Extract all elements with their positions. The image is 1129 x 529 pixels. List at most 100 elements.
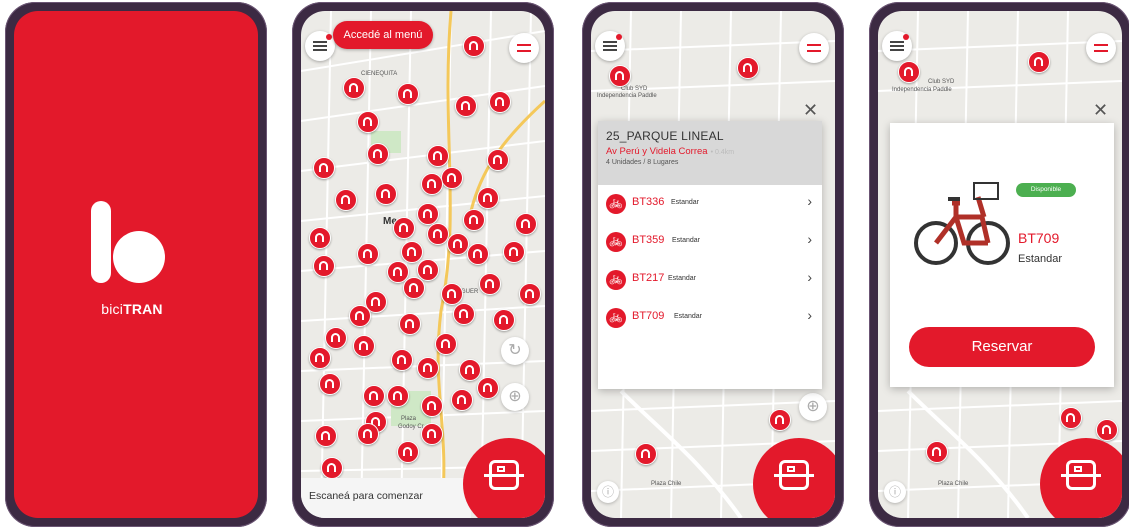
hamburger-menu-button[interactable] [595,31,625,61]
map-label: Plaza Chile [651,481,682,487]
station-pin-icon[interactable] [375,183,397,205]
station-pin-icon[interactable] [635,443,657,465]
station-distance: • 0.4km [710,149,735,156]
station-pin-icon[interactable] [493,309,515,331]
notification-dot [326,34,332,40]
station-pin-icon[interactable] [397,441,419,463]
close-icon[interactable]: ✕ [1093,100,1108,121]
splash-screen: biciTRAN [14,11,258,518]
station-pin-icon[interactable] [357,111,379,133]
station-pin-icon[interactable] [447,233,469,255]
station-pin-icon[interactable] [387,385,409,407]
station-pin-icon[interactable] [367,143,389,165]
hamburger-menu-button[interactable] [305,31,335,61]
notification-dot [616,34,622,40]
station-pin-icon[interactable] [477,377,499,399]
station-pin-icon[interactable] [1096,419,1118,441]
station-pin-icon[interactable] [349,305,371,327]
station-pin-icon[interactable] [421,423,443,445]
map-screen: CIENEQUITA Me BAGUER Plaza Godoy Cr ↻ ⊕ … [301,11,545,518]
locate-icon[interactable]: ⊕ [501,383,529,411]
station-pin-icon[interactable] [737,57,759,79]
bike-type: Estandar [671,199,700,206]
station-pin-icon[interactable] [435,333,457,355]
filter-button[interactable] [509,33,539,63]
station-pin-icon[interactable] [397,83,419,105]
station-pin-icon[interactable] [427,223,449,245]
station-pin-icon[interactable] [399,313,421,335]
bike-row[interactable]: BT336 Estandar › [598,185,822,223]
station-pin-icon[interactable] [1060,407,1082,429]
bike-code: BT709 [632,310,665,322]
map-label: Club SYD [928,79,955,85]
filter-button[interactable] [1086,33,1116,63]
station-pin-icon[interactable] [313,255,335,277]
scan-prompt: Escaneá para comenzar [301,478,471,518]
bike-row[interactable]: BT217 Estandar › [598,261,822,299]
station-pin-icon[interactable] [489,91,511,113]
filter-button[interactable] [799,33,829,63]
station-pin-icon[interactable] [459,359,481,381]
station-pin-icon[interactable] [313,157,335,179]
bike-icon [606,308,626,328]
station-pin-icon[interactable] [479,273,501,295]
station-pin-icon[interactable] [309,347,331,369]
close-icon[interactable]: ✕ [803,100,818,121]
station-pin-icon[interactable] [321,457,343,479]
map-label: CIENEQUITA [361,71,398,77]
hamburger-menu-icon [313,41,327,43]
station-pin-icon[interactable] [453,303,475,325]
info-icon[interactable]: ⓘ [597,481,619,503]
station-pin-icon[interactable] [519,283,541,305]
station-pin-icon[interactable] [421,173,443,195]
station-pin-icon[interactable] [503,241,525,263]
hamburger-menu-icon [890,41,904,43]
bike-type: Estandar [672,237,701,244]
station-pin-icon[interactable] [421,395,443,417]
station-pin-icon[interactable] [427,145,449,167]
station-pin-icon[interactable] [315,425,337,447]
bike-row[interactable]: BT709 Estandar › [598,299,822,337]
station-pin-icon[interactable] [417,357,439,379]
station-pin-icon[interactable] [515,213,537,235]
station-pin-icon[interactable] [769,409,791,431]
station-pin-icon[interactable] [401,241,423,263]
station-pin-icon[interactable] [309,227,331,249]
station-pin-icon[interactable] [487,149,509,171]
station-pin-icon[interactable] [363,385,385,407]
station-pin-icon[interactable] [926,441,948,463]
station-pin-icon[interactable] [335,189,357,211]
station-pin-icon[interactable] [451,389,473,411]
station-pin-icon[interactable] [357,423,379,445]
station-pin-icon[interactable] [325,327,347,349]
station-pin-icon[interactable] [393,217,415,239]
chevron-right-icon: › [807,307,812,323]
phone-bike: Club SYD Independencia Paddle Plaza Chil… [869,2,1129,527]
station-pin-icon[interactable] [463,35,485,57]
info-icon[interactable]: ⓘ [884,481,906,503]
station-pin-icon[interactable] [898,61,920,83]
station-pin-icon[interactable] [343,77,365,99]
station-pin-icon[interactable] [441,283,463,305]
station-pin-icon[interactable] [441,167,463,189]
station-pin-icon[interactable] [463,209,485,231]
reserve-button[interactable]: Reservar [909,327,1095,367]
station-pin-icon[interactable] [319,373,341,395]
station-pin-icon[interactable] [403,277,425,299]
bike-row[interactable]: BT359 Estandar › [598,223,822,261]
station-pin-icon[interactable] [455,95,477,117]
filter-icon [517,42,531,54]
bike-code: BT336 [632,196,665,208]
station-pin-icon[interactable] [357,243,379,265]
station-pin-icon[interactable] [609,65,631,87]
hamburger-menu-button[interactable] [882,31,912,61]
station-pin-icon[interactable] [477,187,499,209]
locate-icon[interactable]: ⊕ [799,393,827,421]
station-pin-icon[interactable] [391,349,413,371]
station-pin-icon[interactable] [353,335,375,357]
station-pin-icon[interactable] [417,203,439,225]
station-pin-icon[interactable] [467,243,489,265]
station-pin-icon[interactable] [1028,51,1050,73]
rotate-map-button[interactable]: ↻ [501,337,529,365]
station-pin-icon[interactable] [417,259,439,281]
